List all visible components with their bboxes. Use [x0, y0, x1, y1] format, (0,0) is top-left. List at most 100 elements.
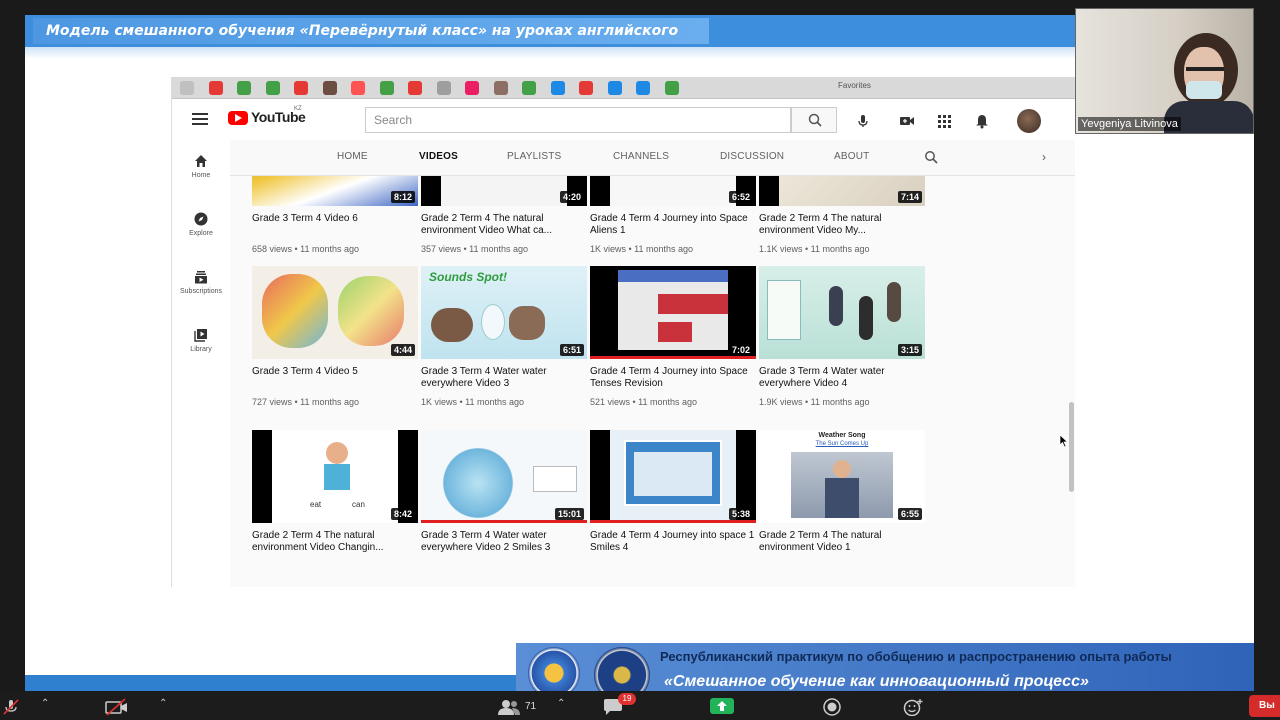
bookmark-favicon-icon[interactable]: [493, 81, 508, 95]
video-title[interactable]: Grade 3 Term 4 Video 6: [252, 213, 418, 239]
youtube-logo-icon[interactable]: [228, 111, 248, 125]
video-meta: 521 views • 11 months ago: [590, 397, 698, 407]
video-title[interactable]: Grade 2 Term 4 The natural environment V…: [759, 530, 925, 556]
video-title[interactable]: Grade 4 Term 4 Journey into Space Tenses…: [590, 366, 756, 392]
region-code: KZ: [294, 106, 302, 112]
video-card[interactable]: 8:12 Grade 3 Term 4 Video 6 658 views • …: [252, 176, 418, 254]
video-thumbnail[interactable]: 7:02: [590, 266, 756, 359]
apps-grid-icon[interactable]: [936, 113, 952, 129]
record-icon[interactable]: [822, 698, 842, 716]
video-title[interactable]: Grade 2 Term 4 The natural environment V…: [421, 213, 587, 239]
video-thumbnail[interactable]: 7:14: [759, 176, 925, 206]
subscriptions-icon: [195, 271, 207, 284]
channel-search-icon[interactable]: [924, 150, 938, 164]
participant-video[interactable]: Yevgeniya Litvinova: [1075, 8, 1254, 134]
video-card[interactable]: 4:44 Grade 3 Term 4 Video 5 727 views • …: [252, 266, 418, 407]
bookmark-favicon-icon[interactable]: [664, 81, 679, 95]
video-title[interactable]: Grade 4 Term 4 Journey into space 1 Smil…: [590, 530, 756, 556]
video-title[interactable]: Grade 3 Term 4 Water water everywhere Vi…: [759, 366, 925, 392]
bookmark-favicon-icon[interactable]: [550, 81, 565, 95]
end-meeting-button[interactable]: Вы: [1249, 695, 1280, 717]
menu-icon[interactable]: [192, 113, 208, 125]
bookmark-favicon-icon[interactable]: [265, 81, 280, 95]
video-card[interactable]: 15:01 Grade 3 Term 4 Water water everywh…: [421, 430, 587, 561]
tab-videos[interactable]: VIDEOS: [419, 151, 458, 162]
video-title[interactable]: Grade 3 Term 4 Water water everywhere Vi…: [421, 530, 587, 556]
video-card[interactable]: Sounds Spot! 6:51 Grade 3 Term 4 Water w…: [421, 266, 587, 407]
participants-icon[interactable]: [497, 698, 521, 716]
bookmark-favicon-icon[interactable]: [322, 81, 337, 95]
chat-unread-badge: 19: [618, 693, 636, 705]
microphone-muted-icon[interactable]: [2, 698, 20, 716]
sidebar-item-subscriptions[interactable]: Subscriptions: [172, 270, 230, 295]
bookmark-favicon-icon[interactable]: [408, 81, 422, 95]
video-thumbnail[interactable]: 6:52: [590, 176, 756, 206]
video-card[interactable]: eat can 8:42 Grade 2 Term 4 The natural …: [252, 430, 418, 561]
video-duration: 7:14: [897, 191, 922, 203]
sidebar-item-home[interactable]: Home: [172, 154, 230, 179]
account-avatar[interactable]: [1017, 109, 1041, 133]
video-thumbnail[interactable]: 4:44: [252, 266, 418, 359]
video-options-caret[interactable]: ⌃: [159, 698, 167, 709]
notifications-bell-icon[interactable]: [974, 113, 990, 129]
university-logo-icon: [528, 647, 580, 691]
slide-bottom-strip: [25, 675, 525, 691]
video-title[interactable]: Grade 3 Term 4 Video 5: [252, 366, 418, 392]
tab-playlists[interactable]: PLAYLISTS: [507, 151, 561, 162]
bookmark-favicon-icon[interactable]: [522, 81, 536, 95]
tab-home[interactable]: HOME: [337, 151, 368, 162]
search-input[interactable]: Search: [365, 107, 791, 133]
video-off-icon[interactable]: [104, 698, 130, 716]
video-card[interactable]: 7:14 Grade 2 Term 4 The natural environm…: [759, 176, 925, 254]
video-thumbnail[interactable]: 4:20: [421, 176, 587, 206]
bookmark-favicon-icon[interactable]: [351, 81, 365, 95]
sidebar-item-label: Home: [191, 172, 211, 179]
thumb-word-eat: eat: [310, 500, 322, 509]
video-title[interactable]: Grade 3 Term 4 Water water everywhere Vi…: [421, 366, 587, 392]
bookmark-favicon-icon[interactable]: [465, 81, 479, 95]
bookmark-favicon-icon[interactable]: [237, 81, 251, 95]
bookmark-favicon-icon[interactable]: [208, 81, 223, 95]
sidebar-item-explore[interactable]: Explore: [172, 212, 230, 237]
sidebar-item-library[interactable]: Library: [172, 328, 230, 353]
tab-discussion[interactable]: DISCUSSION: [720, 151, 784, 162]
bookmark-favicon-icon[interactable]: [579, 81, 593, 95]
microphone-icon[interactable]: [855, 113, 871, 129]
video-thumbnail[interactable]: 15:01: [421, 430, 587, 523]
video-title[interactable]: Grade 2 Term 4 The natural environment V…: [759, 213, 925, 239]
search-button[interactable]: [791, 107, 837, 133]
video-card[interactable]: 3:15 Grade 3 Term 4 Water water everywhe…: [759, 266, 925, 407]
audio-options-caret[interactable]: ⌃: [41, 698, 49, 709]
video-card[interactable]: Weather Song The Sun Comes Up 6:55 Grade…: [759, 430, 925, 561]
video-thumbnail[interactable]: 5:38: [590, 430, 756, 523]
tab-about[interactable]: ABOUT: [834, 151, 869, 162]
bookmark-favicon-icon[interactable]: [294, 81, 308, 95]
video-title[interactable]: Grade 4 Term 4 Journey into Space Aliens…: [590, 213, 756, 239]
video-meta: 357 views • 11 months ago: [421, 244, 529, 254]
video-thumbnail[interactable]: 8:12: [252, 176, 418, 206]
bookmark-favicon-icon[interactable]: [436, 81, 451, 95]
video-card[interactable]: 4:20 Grade 2 Term 4 The natural environm…: [421, 176, 587, 254]
bookmark-favicon-icon[interactable]: [180, 81, 194, 95]
channel-tabs: HOME VIDEOS PLAYLISTS CHANNELS DISCUSSIO…: [230, 140, 1075, 176]
tab-channels[interactable]: CHANNELS: [613, 151, 669, 162]
create-video-icon[interactable]: [899, 113, 915, 129]
share-screen-button[interactable]: [710, 698, 734, 714]
banner-subtitle: Республиканский практикум по обобщению и…: [660, 649, 1172, 664]
video-thumbnail[interactable]: Weather Song The Sun Comes Up 6:55: [759, 430, 925, 523]
video-title[interactable]: Grade 2 Term 4 The natural environment V…: [252, 530, 418, 556]
favorites-label[interactable]: Favorites: [838, 81, 871, 90]
video-card[interactable]: 5:38 Grade 4 Term 4 Journey into space 1…: [590, 430, 756, 561]
reactions-icon[interactable]: [903, 698, 925, 716]
video-thumbnail[interactable]: 3:15: [759, 266, 925, 359]
bookmark-favicon-icon[interactable]: [379, 81, 394, 95]
bookmark-favicon-icon[interactable]: [607, 81, 622, 95]
video-card[interactable]: 7:02 Grade 4 Term 4 Journey into Space T…: [590, 266, 756, 407]
participants-options-caret[interactable]: ⌃: [557, 698, 565, 709]
video-card[interactable]: 6:52 Grade 4 Term 4 Journey into Space A…: [590, 176, 756, 254]
chevron-right-icon[interactable]: ›: [1042, 150, 1046, 164]
bookmark-favicon-icon[interactable]: [636, 81, 650, 95]
video-thumbnail[interactable]: eat can 8:42: [252, 430, 418, 523]
video-thumbnail[interactable]: Sounds Spot! 6:51: [421, 266, 587, 359]
page-scrollbar[interactable]: [1069, 402, 1074, 492]
